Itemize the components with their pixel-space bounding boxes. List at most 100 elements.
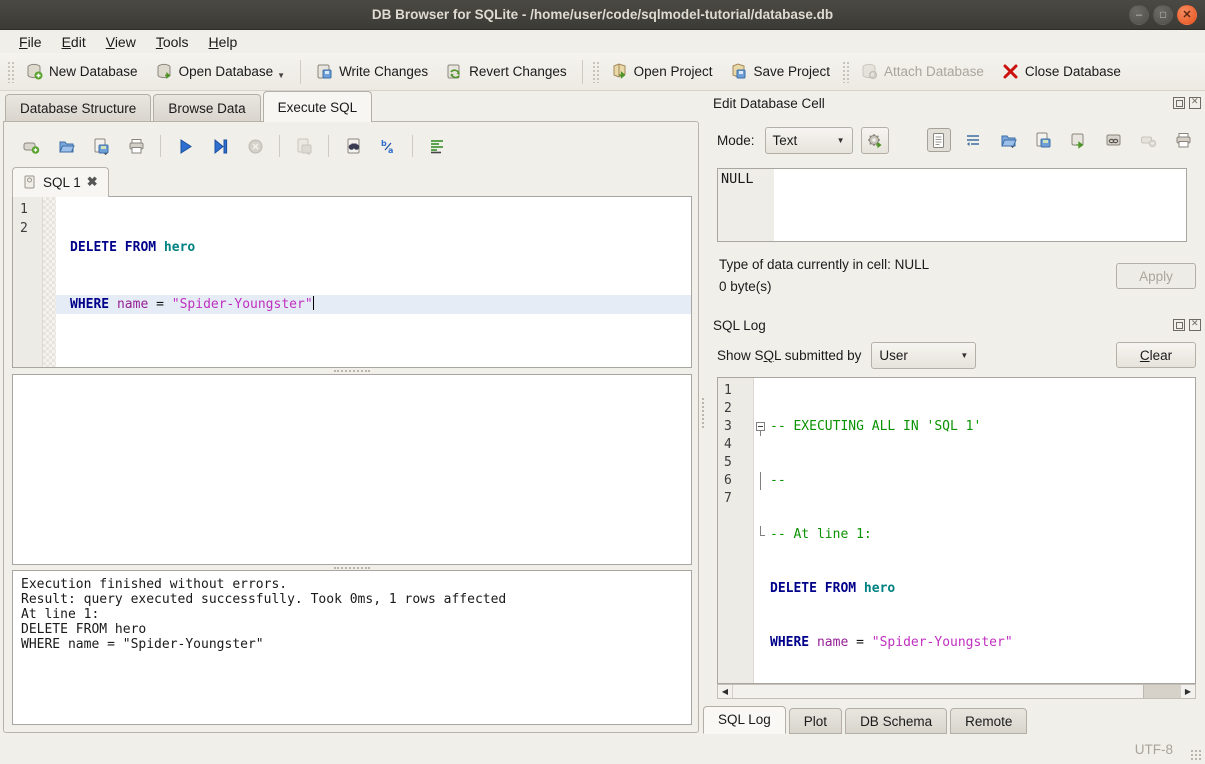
open-database-dropdown-icon[interactable]: ▼ bbox=[277, 71, 285, 80]
editor-results-splitter[interactable] bbox=[12, 368, 692, 373]
toolbar-drag-handle[interactable] bbox=[592, 61, 599, 83]
toolbar-separator bbox=[300, 60, 301, 84]
scroll-right-icon[interactable]: ▶ bbox=[1181, 685, 1195, 698]
toolbar-drag-handle[interactable] bbox=[7, 61, 14, 83]
gear-icon bbox=[866, 132, 883, 149]
dock-float-icon[interactable] bbox=[1173, 319, 1185, 331]
main-toolbar: New Database Open Database ▼ Write Chang… bbox=[0, 53, 1205, 91]
scroll-left-icon[interactable]: ◀ bbox=[718, 685, 732, 698]
apply-button: Apply bbox=[1116, 263, 1196, 289]
new-database-button[interactable]: New Database bbox=[17, 58, 147, 85]
sql-tab[interactable]: SQL 1 ✖ bbox=[12, 167, 109, 197]
execute-all-icon bbox=[177, 138, 194, 155]
maximize-button[interactable]: ▢ bbox=[1153, 5, 1173, 25]
editor-fold-margin bbox=[43, 197, 56, 367]
open-sql-tab-button[interactable] bbox=[20, 135, 42, 157]
minimize-button[interactable]: – bbox=[1129, 5, 1149, 25]
tab-plot[interactable]: Plot bbox=[789, 708, 842, 734]
cell-mode-combobox[interactable]: Text ▼ bbox=[765, 127, 853, 154]
export-cell-data-button[interactable] bbox=[1032, 128, 1056, 152]
log-filter-combobox[interactable]: User ▼ bbox=[871, 342, 976, 369]
minimize-icon: – bbox=[1136, 10, 1142, 21]
save-sql-file-button[interactable] bbox=[90, 135, 112, 157]
close-database-button[interactable]: Close Database bbox=[993, 58, 1130, 85]
save-file-icon bbox=[1035, 132, 1052, 149]
sql-code-editor[interactable]: 1 2 DELETE FROM hero WHERE name = "Spide… bbox=[12, 196, 692, 368]
menu-edit[interactable]: Edit bbox=[53, 32, 95, 52]
dock-close-icon[interactable] bbox=[1189, 97, 1201, 109]
tab-browse-data[interactable]: Browse Data bbox=[153, 94, 260, 122]
revert-changes-button[interactable]: Revert Changes bbox=[437, 58, 576, 85]
save-project-button[interactable]: Save Project bbox=[721, 58, 839, 85]
sql-log-title: SQL Log bbox=[713, 318, 1173, 333]
scrollbar-thumb[interactable] bbox=[1143, 685, 1180, 698]
dock-close-icon[interactable] bbox=[1189, 319, 1201, 331]
toolbar-drag-handle[interactable] bbox=[842, 61, 849, 83]
scrollbar-track[interactable] bbox=[732, 685, 1181, 698]
svg-text:a: a bbox=[388, 146, 393, 155]
open-database-button[interactable]: Open Database ▼ bbox=[147, 58, 295, 85]
auto-apply-button[interactable] bbox=[861, 127, 889, 154]
mode-label: Mode: bbox=[717, 133, 755, 148]
log-horizontal-scrollbar[interactable]: ◀ ▶ bbox=[717, 684, 1196, 699]
edit-cell-dock-header: Edit Database Cell bbox=[713, 92, 1205, 114]
sql-log-view[interactable]: 1 2 3 4 5 6 7 -- EXECUTING ALL IN 'SQL 1… bbox=[717, 377, 1196, 684]
tab-sql-log[interactable]: SQL Log bbox=[703, 706, 786, 734]
message-line: WHERE name = "Spider-Youngster" bbox=[21, 637, 683, 652]
close-button[interactable]: ✕ bbox=[1177, 5, 1197, 25]
encoding-indicator[interactable]: UTF-8 bbox=[1135, 742, 1173, 757]
attach-database-button: Attach Database bbox=[852, 58, 993, 85]
log-filter-row: Show SQL submitted by User ▼ bbox=[717, 342, 1107, 369]
import-cell-data-button[interactable] bbox=[997, 128, 1021, 152]
tab-database-structure[interactable]: Database Structure bbox=[5, 94, 151, 122]
print-sql-button[interactable] bbox=[125, 135, 147, 157]
print-icon bbox=[1175, 132, 1192, 149]
fold-marker-icon[interactable] bbox=[754, 418, 770, 436]
editor-code-area[interactable]: DELETE FROM hero WHERE name = "Spider-Yo… bbox=[56, 197, 691, 367]
close-sql-tab-icon[interactable]: ✖ bbox=[87, 174, 98, 190]
tab-remote[interactable]: Remote bbox=[950, 708, 1027, 734]
dock-float-icon[interactable] bbox=[1173, 97, 1185, 109]
execute-all-button[interactable] bbox=[174, 135, 196, 157]
window-controls: – ▢ ✕ bbox=[1129, 5, 1197, 25]
word-wrap-button[interactable] bbox=[962, 128, 986, 152]
window-title: DB Browser for SQLite - /home/user/code/… bbox=[0, 7, 1205, 22]
tab-execute-sql[interactable]: Execute SQL bbox=[263, 91, 373, 122]
execute-line-button[interactable] bbox=[209, 135, 231, 157]
sql-log-dock-header: SQL Log bbox=[713, 314, 1205, 336]
copy-cell-button[interactable] bbox=[1067, 128, 1091, 152]
titlebar[interactable]: DB Browser for SQLite - /home/user/code/… bbox=[0, 0, 1205, 30]
write-changes-button[interactable]: Write Changes bbox=[307, 58, 437, 85]
link-icon bbox=[1105, 132, 1122, 149]
print-cell-button[interactable] bbox=[1172, 128, 1196, 152]
editor-line-current: WHERE name = "Spider-Youngster" bbox=[56, 295, 691, 314]
replace-icon: ba bbox=[380, 138, 397, 155]
format-sql-button[interactable] bbox=[426, 135, 448, 157]
open-in-external-button[interactable] bbox=[1102, 128, 1126, 152]
cell-value-editor[interactable]: NULL bbox=[717, 168, 1187, 242]
editor-line-numbers: 1 2 bbox=[13, 197, 43, 367]
print-icon bbox=[128, 138, 145, 155]
format-sql-icon bbox=[429, 138, 446, 155]
menu-help[interactable]: Help bbox=[200, 32, 247, 52]
open-sql-file-button[interactable] bbox=[55, 135, 77, 157]
menu-file[interactable]: File bbox=[10, 32, 51, 52]
toolbar-separator bbox=[582, 60, 583, 84]
resize-grip[interactable] bbox=[1190, 749, 1202, 761]
status-bar: UTF-8 bbox=[0, 735, 1205, 764]
menu-bar: File Edit View Tools Help bbox=[0, 30, 1205, 53]
menu-view[interactable]: View bbox=[97, 32, 145, 52]
message-line: Execution finished without errors. bbox=[21, 577, 683, 592]
results-grid[interactable] bbox=[12, 374, 692, 565]
clear-log-button[interactable]: Clear bbox=[1116, 342, 1196, 368]
execution-message-pane[interactable]: Execution finished without errors.Result… bbox=[12, 570, 692, 725]
replace-button[interactable]: ba bbox=[377, 135, 399, 157]
panel-splitter[interactable] bbox=[699, 91, 707, 735]
open-project-button[interactable]: Open Project bbox=[602, 58, 722, 85]
menu-tools[interactable]: Tools bbox=[147, 32, 198, 52]
save-results-icon bbox=[296, 138, 313, 155]
find-button[interactable] bbox=[342, 135, 364, 157]
text-mode-toggle-button[interactable] bbox=[927, 128, 951, 152]
tab-db-schema[interactable]: DB Schema bbox=[845, 708, 947, 734]
open-file-icon bbox=[1000, 132, 1017, 149]
